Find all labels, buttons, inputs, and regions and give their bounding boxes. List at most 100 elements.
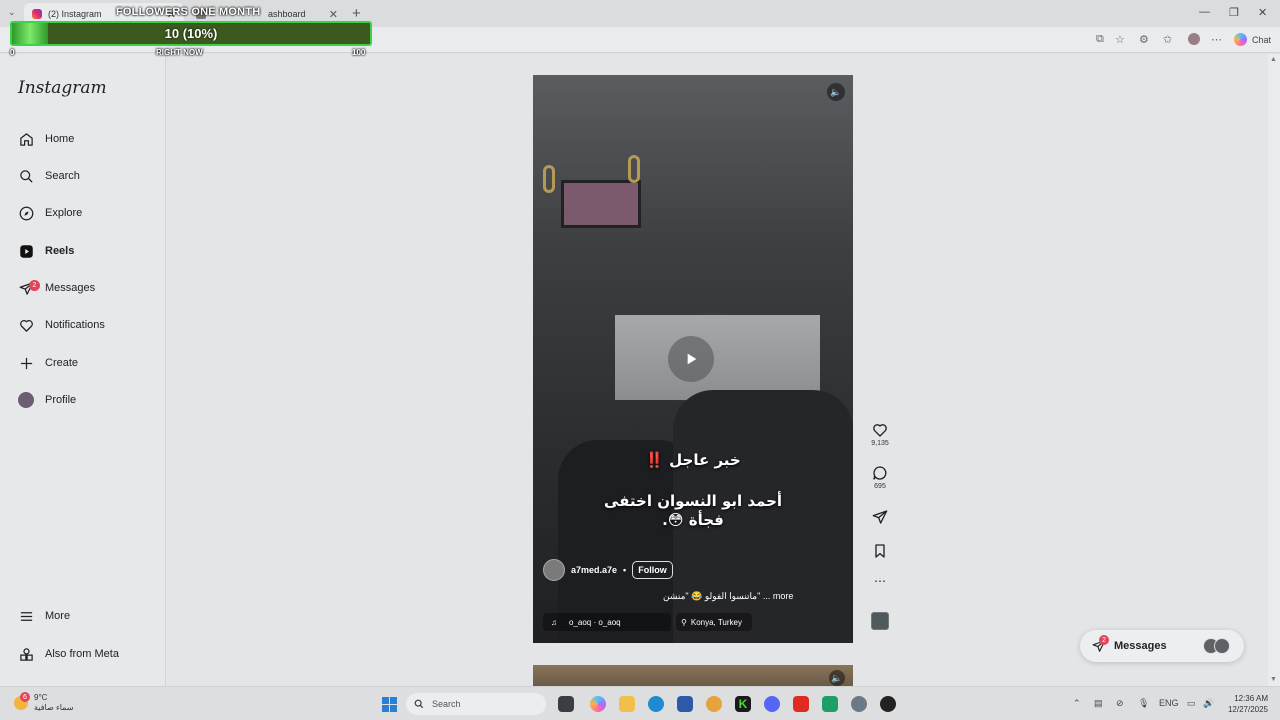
close-window-icon[interactable]: ✕	[1258, 6, 1267, 19]
bookmark-icon[interactable]	[872, 543, 888, 559]
microphone-icon[interactable]: 🎙	[1138, 698, 1149, 709]
progress-max-label: 100	[352, 48, 366, 57]
followers-progress-value: 10 (10%)	[164, 26, 218, 41]
extensions-icon[interactable]: ⚙	[1139, 33, 1149, 46]
contact-avatar	[1214, 638, 1230, 654]
app-icon[interactable]	[822, 696, 838, 712]
comment-icon[interactable]	[872, 465, 888, 481]
tab-actions-chevron-icon[interactable]: ⌄	[8, 7, 16, 18]
share-icon[interactable]	[872, 509, 888, 525]
sidebar: Instagram Home Search Explore Reels 2 Me…	[0, 54, 166, 686]
taskbar-search[interactable]: Search	[406, 693, 546, 715]
volume-icon[interactable]: 🔈	[829, 670, 845, 686]
plus-icon	[18, 355, 34, 371]
reel-author: a7med.a7e • Follow	[543, 559, 673, 581]
compass-icon	[18, 205, 34, 221]
store-icon[interactable]	[677, 696, 693, 712]
sidebar-item-profile[interactable]: Profile	[18, 388, 76, 412]
app-available-icon[interactable]: ⧉	[1096, 33, 1104, 46]
location-pin-icon: ⚲	[681, 617, 687, 627]
video-frame-strap	[628, 155, 640, 183]
like-heart-icon[interactable]	[872, 422, 888, 438]
copilot-chat-button[interactable]: Chat	[1234, 33, 1271, 46]
weather-badge: 6	[20, 692, 30, 702]
copilot-app-icon[interactable]	[590, 696, 606, 712]
sidebar-item-label: Also from Meta	[45, 648, 119, 660]
sidebar-item-notifications[interactable]: Notifications	[18, 313, 105, 337]
search-icon	[18, 168, 34, 184]
minimize-icon[interactable]: —	[1199, 6, 1210, 18]
menu-icon	[18, 608, 34, 624]
next-reel-preview[interactable]: 🔈	[533, 665, 853, 686]
task-view-icon[interactable]	[558, 696, 574, 712]
new-tab-icon[interactable]: +	[352, 5, 361, 22]
scroll-up-arrow-icon[interactable]: ▲	[1270, 56, 1277, 63]
like-action: 9,135	[866, 422, 894, 447]
kick-icon[interactable]: K	[735, 696, 751, 712]
comment-count: 695	[874, 483, 886, 490]
show-hidden-icons-chevron-icon[interactable]: ⌃	[1073, 698, 1081, 709]
sidebar-item-create[interactable]: Create	[18, 351, 78, 375]
browser-profile-avatar[interactable]	[1188, 33, 1200, 45]
overlay-title: FOLLOWERS ONE MONTH	[116, 6, 261, 18]
audio-label: o_aoq · o_aoq	[569, 617, 621, 627]
discord-icon[interactable]	[764, 696, 780, 712]
progress-current-label: RIGHT NOW	[156, 48, 203, 57]
close-tab-icon[interactable]: ✕	[329, 8, 338, 21]
scroll-down-arrow-icon[interactable]: ▼	[1270, 676, 1277, 683]
reel-headline: خبر عاجل ‼️	[645, 451, 741, 469]
sidebar-item-reels[interactable]: Reels	[18, 239, 74, 263]
meta-apps-icon	[18, 646, 34, 662]
speaker-icon[interactable]: 🔊	[1203, 698, 1214, 709]
audio-thumbnail[interactable]	[871, 612, 889, 630]
sidebar-item-label: More	[45, 610, 71, 622]
sidebar-item-explore[interactable]: Explore	[18, 201, 82, 225]
location-tag[interactable]: ⚲ Konya, Turkey	[676, 613, 752, 631]
more-options-icon[interactable]: ⋯	[866, 574, 894, 588]
weather-widget[interactable]: 6 9°C سماء صافية	[14, 692, 74, 713]
page-scrollbar[interactable]	[1268, 54, 1280, 686]
instagram-page: Instagram Home Search Explore Reels 2 Me…	[0, 54, 1268, 686]
file-explorer-icon[interactable]	[619, 696, 635, 712]
sidebar-item-messages[interactable]: 2 Messages	[18, 276, 95, 300]
instagram-logo[interactable]: Instagram	[18, 78, 107, 98]
profile-picture	[18, 392, 34, 408]
youtube-icon[interactable]	[793, 696, 809, 712]
edge-icon[interactable]	[648, 696, 664, 712]
taskbar-search-placeholder: Search	[432, 699, 461, 709]
sidebar-item-label: Profile	[45, 394, 77, 406]
video-frame-screen	[561, 180, 641, 228]
sidebar-item-also-from-meta[interactable]: Also from Meta	[18, 642, 119, 666]
author-avatar[interactable]	[543, 559, 565, 581]
network-off-icon[interactable]: ⊘	[1116, 698, 1124, 709]
favorite-star-icon[interactable]: ☆	[1115, 33, 1125, 46]
display-icon[interactable]: ▭	[1187, 698, 1196, 709]
comment-action: 695	[866, 465, 894, 490]
language-indicator[interactable]: ENG	[1159, 698, 1179, 708]
favorites-icon[interactable]: ✩	[1163, 33, 1172, 46]
obs-icon[interactable]	[880, 696, 896, 712]
reel-caption[interactable]: ماتنسوا الفولو 😂 "منشن" ... more	[663, 591, 833, 602]
chrome-icon[interactable]	[706, 696, 722, 712]
reel-video[interactable]: 🔈 خبر عاجل ‼️ أحمد ابو النسوان اختفى فجأ…	[533, 75, 853, 643]
more-options-icon[interactable]: ⋯	[1211, 33, 1222, 46]
restore-icon[interactable]: ❐	[1229, 6, 1239, 19]
author-username[interactable]: a7med.a7e	[571, 565, 617, 575]
system-clock[interactable]: 12:36 AM 12/27/2025	[1222, 693, 1268, 715]
start-button[interactable]	[382, 697, 397, 712]
follow-button[interactable]: Follow	[632, 561, 673, 579]
location-label: Konya, Turkey	[690, 617, 742, 627]
sidebar-item-search[interactable]: Search	[18, 164, 80, 188]
search-icon	[414, 699, 424, 709]
play-button[interactable]	[668, 336, 714, 382]
messages-pill[interactable]: 2 Messages	[1080, 630, 1244, 662]
temperature: 9°C	[34, 693, 48, 702]
sidebar-item-label: Messages	[45, 282, 96, 294]
audio-info[interactable]: ♫ o_aoq · o_aoq	[543, 613, 671, 631]
sidebar-item-more[interactable]: More	[18, 604, 70, 628]
weather-description: سماء صافية	[34, 703, 74, 712]
volume-icon[interactable]: 🔈	[827, 83, 845, 101]
settings-gear-icon[interactable]	[851, 696, 867, 712]
sidebar-item-home[interactable]: Home	[18, 127, 74, 151]
tray-app-icon[interactable]: ▤	[1094, 698, 1103, 709]
